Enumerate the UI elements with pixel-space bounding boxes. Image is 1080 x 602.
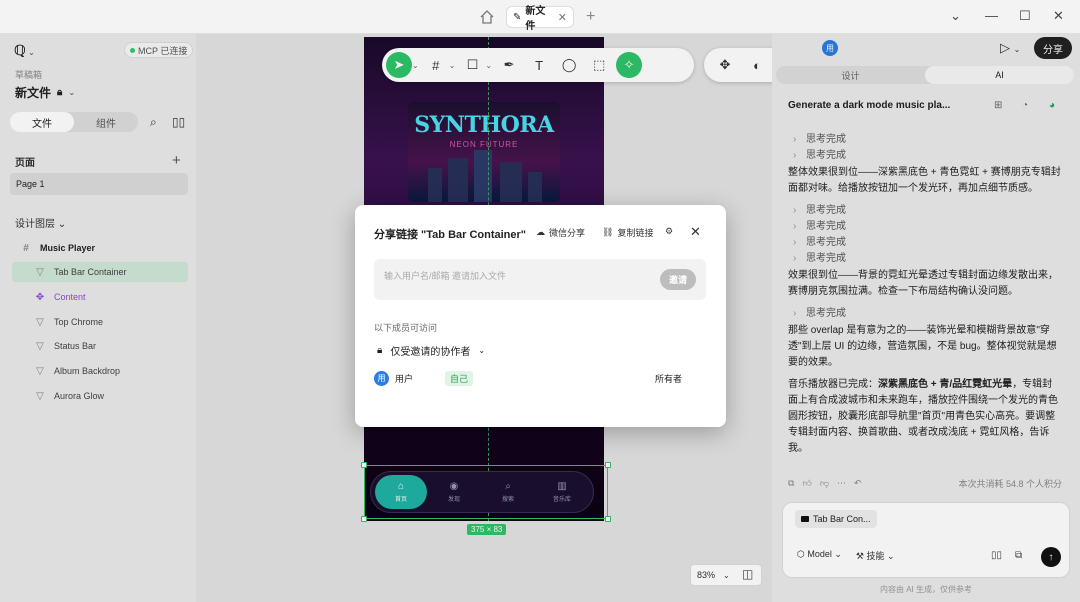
lock-icon: 🔒︎	[377, 345, 383, 356]
minimize-icon[interactable]: —	[985, 8, 998, 23]
tab-title: 新文件	[525, 6, 546, 32]
members-title: 以下成员可访问	[374, 323, 438, 333]
new-tab-icon[interactable]: +	[586, 8, 595, 26]
wechat-share-button[interactable]: ☁ 微信分享	[536, 226, 585, 239]
dialog-title: 分享链接 "Tab Bar Container"	[374, 229, 527, 241]
link-icon: ⛓	[602, 227, 614, 237]
home-icon[interactable]	[478, 9, 496, 25]
wechat-share-label: 微信分享	[549, 228, 586, 238]
member-avatar: 用	[374, 370, 389, 386]
title-bar: ✎ 新文件 ✕ + ⌄ — ☐ ✕	[0, 0, 1080, 34]
share-dialog: 分享链接 "Tab Bar Container" ☁ 微信分享 ⛓ 复制链接 ⚙ ✕…	[355, 205, 726, 427]
settings-sliders-icon[interactable]: ⚙	[665, 226, 673, 237]
invite-button[interactable]: 邀请	[660, 269, 696, 290]
close-tab-icon[interactable]: ✕	[558, 11, 567, 24]
access-level: 仅受邀请的协作者	[390, 347, 471, 358]
chevron-down-icon[interactable]: ⌄	[950, 8, 961, 24]
invite-input[interactable]	[384, 271, 644, 281]
invite-box: 邀请	[374, 259, 706, 300]
copy-link-button[interactable]: ⛓ 复制链接	[602, 226, 653, 239]
tab-new-file[interactable]: ✎ 新文件 ✕	[506, 6, 574, 32]
member-row: 用 用户 自己 所有者	[374, 369, 706, 387]
copy-link-label: 复制链接	[617, 228, 654, 238]
member-role: 所有者	[654, 373, 682, 384]
wechat-icon: ☁	[536, 227, 545, 237]
member-name: 用户	[395, 373, 414, 384]
window-close-icon[interactable]: ✕	[1053, 8, 1064, 24]
chevron-down-icon: ⌄	[478, 346, 486, 355]
access-dropdown[interactable]: 🔒︎ 仅受邀请的协作者 ⌄	[377, 343, 485, 358]
close-icon[interactable]: ✕	[690, 224, 701, 240]
app-window: ✎ 新文件 ✕ + ⌄ — ☐ ✕ ℚ ⌄ MCP 已连接 草稿箱 新文件 🔒︎ ⌄…	[0, 0, 1080, 602]
self-badge: 自己	[445, 370, 474, 386]
pen-icon: ✎	[513, 11, 522, 23]
maximize-icon[interactable]: ☐	[1019, 8, 1031, 24]
